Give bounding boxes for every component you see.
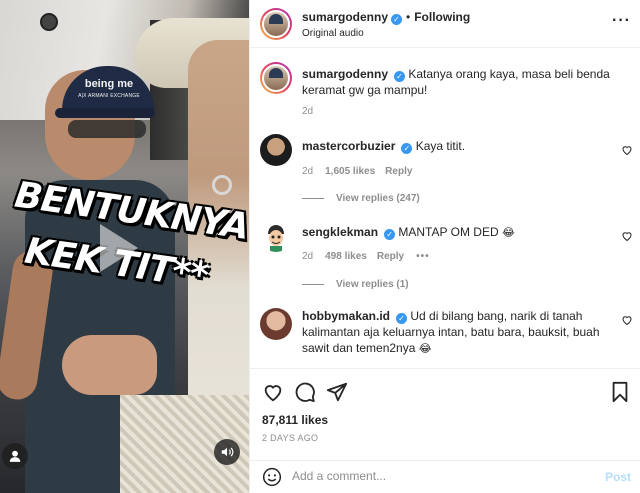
original-audio-link[interactable]: Original audio	[302, 28, 364, 39]
view-replies-button[interactable]: View replies (247)	[302, 193, 420, 204]
cartoon-avatar-icon	[268, 225, 284, 252]
avatar[interactable]	[260, 220, 292, 252]
caption-text-block: sumargodenny ✓ Katanya orang kaya, masa b…	[302, 66, 622, 98]
post-details-panel: sumargodenny ✓ • Following Original audio ·…	[249, 0, 640, 493]
caption-username[interactable]: sumargodenny	[302, 67, 388, 81]
cap-logo-subtext: A|X ARMANI EXCHANGE	[78, 93, 140, 99]
comment-options-button[interactable]: •••	[416, 251, 430, 262]
comment-time: 2d	[302, 251, 314, 262]
verified-badge-icon: ✓	[384, 229, 396, 240]
replies-divider	[302, 197, 324, 199]
heart-icon[interactable]	[621, 144, 633, 156]
header-separator: •	[406, 10, 411, 24]
bookmark-icon[interactable]	[609, 381, 631, 403]
emoji-icon[interactable]	[262, 467, 282, 487]
view-replies-label: View replies (247)	[336, 193, 420, 204]
reply-button[interactable]: Reply	[385, 166, 412, 177]
comment-input[interactable]	[292, 469, 582, 483]
camera-icon	[40, 13, 58, 31]
post-timestamp: 2 DAYS AGO	[262, 433, 319, 443]
laughing-emoji-icon: 😂	[501, 227, 515, 239]
play-icon[interactable]	[100, 224, 138, 272]
video-hand	[62, 335, 157, 395]
heart-icon[interactable]	[621, 314, 633, 326]
post-header: sumargodenny ✓ • Following Original audio ·…	[250, 0, 640, 48]
caption: sumargodenny ✓ Katanya orang kaya, masa b…	[250, 62, 640, 120]
comment-text-block: sengklekman ✓ MANTAP OM DED 😂	[302, 224, 622, 241]
more-horizontal-icon[interactable]: ···	[612, 13, 631, 29]
heart-icon[interactable]	[621, 230, 633, 242]
tagged-users-button[interactable]	[2, 443, 28, 469]
comment-time: 2d	[302, 166, 314, 177]
post-button[interactable]: Post	[605, 470, 631, 484]
comment-text-block: hobbymakan.id ✓ Ud di bilang bang, narik …	[302, 308, 622, 357]
video-player[interactable]: being me A|X ARMANI EXCHANGE BENTUKNYA K…	[0, 0, 249, 493]
header-username[interactable]: sumargodenny	[302, 10, 388, 24]
comment-item: mastercorbuzier ✓ Kaya titit. 2d 1,605 lik…	[250, 134, 640, 204]
comment-likes[interactable]: 1,605 likes	[325, 166, 375, 177]
comment-meta: 2d 498 likes Reply •••	[302, 251, 430, 262]
verified-badge-icon: ✓	[401, 143, 413, 154]
comment-username[interactable]: sengklekman	[302, 225, 378, 239]
cap-logo-text: being me	[84, 78, 134, 90]
comment-item: hobbymakan.id ✓ Ud di bilang bang, narik …	[250, 306, 640, 362]
reply-button[interactable]: Reply	[377, 251, 404, 262]
share-icon[interactable]	[326, 381, 348, 403]
avatar[interactable]	[260, 62, 292, 94]
post-actions: 87,811 likes 2 DAYS AGO	[250, 368, 640, 460]
heart-icon[interactable]	[262, 381, 284, 403]
video-sunglasses	[68, 120, 146, 138]
comment-meta: 2d 1,605 likes Reply	[302, 166, 412, 177]
video-earring	[212, 175, 232, 195]
header-user-line: sumargodenny ✓ • Following	[302, 10, 470, 25]
replies-divider	[302, 283, 324, 285]
verified-badge-icon: ✓	[391, 14, 403, 25]
comment-icon[interactable]	[294, 381, 316, 403]
caption-time: 2d	[302, 106, 314, 117]
sound-toggle-button[interactable]	[214, 439, 240, 465]
avatar[interactable]	[260, 134, 292, 166]
comment-item: sengklekman ✓ MANTAP OM DED 😂 2d 498 likes…	[250, 220, 640, 290]
speaker-icon	[221, 447, 234, 457]
person-icon	[9, 450, 21, 462]
instagram-post-view: being me A|X ARMANI EXCHANGE BENTUKNYA K…	[0, 0, 640, 493]
view-replies-label: View replies (1)	[336, 279, 409, 290]
add-comment-bar: Post	[250, 460, 640, 493]
comment-text-block: mastercorbuzier ✓ Kaya titit.	[302, 138, 622, 154]
comment-username[interactable]: hobbymakan.id	[302, 309, 390, 323]
comment-text: MANTAP OM DED	[398, 225, 499, 239]
video-cap-logo: being me A|X ARMANI EXCHANGE	[78, 78, 140, 102]
comment-likes[interactable]: 498 likes	[325, 251, 367, 262]
comment-username[interactable]: mastercorbuzier	[302, 139, 395, 153]
following-button[interactable]: Following	[414, 10, 470, 24]
verified-badge-icon: ✓	[394, 71, 406, 82]
verified-badge-icon: ✓	[396, 313, 408, 324]
laughing-emoji-icon: 😂	[418, 343, 432, 355]
avatar[interactable]	[260, 8, 292, 40]
video-cap-brim	[55, 108, 155, 118]
likes-count[interactable]: 87,811 likes	[262, 413, 328, 427]
comment-text: Kaya titit.	[415, 139, 466, 153]
avatar[interactable]	[260, 308, 292, 340]
view-replies-button[interactable]: View replies (1)	[302, 279, 409, 290]
